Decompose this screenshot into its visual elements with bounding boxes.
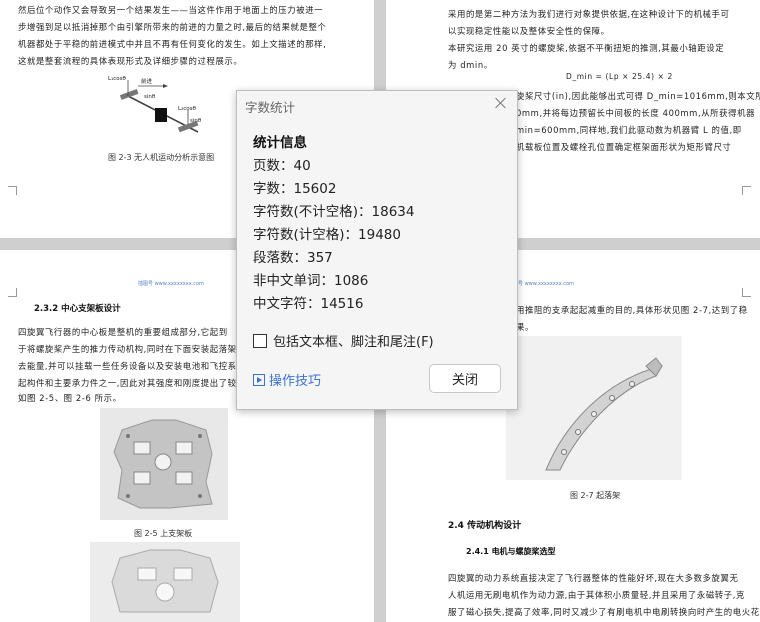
body-text-line: 这就是整套流程的具体表现形式及详细步骤的过程展示。 [18, 56, 243, 66]
uav-motion-diagram: L₁cosθ 前进 sinθ L₂cosθ sinθ [108, 76, 202, 133]
section-heading: 2.3.2 中心支架板设计 [34, 304, 121, 314]
close-button[interactable]: 关闭 [429, 364, 501, 393]
word-count-dialog: 字数统计 统计信息 页数：40 字数：15602 字符数(不计空格)：18634… [236, 90, 518, 410]
stat-chars-with-spaces: 字符数(计空格)：19480 [253, 227, 401, 243]
body-text-line: 机载板位置及螺栓孔位置确定框架面形状为矩形臂尺寸 [516, 142, 732, 152]
landing-gear-image [506, 336, 682, 480]
figure-caption: 图 2-5 上支架板 [134, 529, 193, 538]
diagram-label: sinθ [190, 118, 202, 124]
close-icon[interactable] [493, 95, 509, 111]
body-text-line: 去能量,并可以挂载一些任务设备以及安装电池和飞控系统 [18, 361, 246, 371]
body-text-line: 机器都处于平稳的前进模式中并且不再有任何变化的发生。如上文描述的那样, [18, 39, 327, 49]
body-text-line: 为 dmin。 [448, 60, 493, 70]
body-text-line: 0mm,并将每边预留长中间板的长度 400mm,从所获得机器 [516, 108, 756, 118]
dialog-title: 字数统计 [245, 100, 296, 115]
section-heading: 2.4 传动机构设计 [448, 521, 522, 531]
body-text-line: 于将螺旋桨产生的推力传动机构,同时在下面安装起落架以 [18, 344, 246, 354]
figure-caption: 图 2-7 起落架 [570, 491, 621, 500]
body-text-line: 以实现稳定性能以及整体安全性的保障。 [448, 26, 610, 36]
tips-link[interactable]: 操作技巧 [253, 370, 321, 389]
diagram-label: L₁cosθ [108, 76, 127, 82]
play-icon [253, 373, 265, 386]
crop-mark [8, 186, 17, 195]
body-text-line: 本研究运用 20 英寸的螺旋桨,依据不平衡扭矩的推测,其最小轴距设定 [448, 43, 725, 53]
tips-label: 操作技巧 [269, 374, 322, 389]
body-text-line: 步增强到足以抵消掉那个由引擎所带来的前进的力量之时,最后的结果就是整个 [18, 22, 327, 32]
body-text-line: 服了磁心损失,提高了效率,同时又减少了有刷电机中电刷转换向时产生的电火花 [448, 607, 760, 617]
body-text-line: 旋桨尺寸(in),因此能够出式可得 D_min=1016mm,则本文所 [516, 91, 760, 101]
body-text-line: 用推阻的支承起起减重的目的,具体形状见图 2-7,达到了稳 [516, 305, 748, 315]
formula: D_min = (Lp × 25.4) × 2 [566, 72, 673, 81]
crop-mark [742, 186, 751, 195]
stat-chinese-chars: 中文字符：14516 [253, 296, 364, 312]
diagram-label: 前进 [141, 77, 153, 85]
stat-words: 字数：15602 [253, 181, 337, 197]
stat-chars-no-spaces: 字符数(不计空格)：18634 [253, 204, 415, 220]
crop-mark [8, 288, 17, 297]
include-textbox-footnotes-option[interactable]: 包括文本框、脚注和尾注(F) [253, 331, 434, 350]
diagram-label: sinθ [144, 94, 156, 100]
lower-frame-plate-image [90, 542, 240, 622]
subsection-heading: 2.4.1 电机与螺旋桨选型 [466, 547, 556, 556]
upper-frame-plate-image [100, 408, 228, 520]
body-text-line: 果。 [516, 322, 534, 332]
dialog-body: 统计信息 页数：40 字数：15602 字符数(不计空格)：18634 字符数(… [237, 118, 517, 409]
body-text-line: 然后位个动作又会导致另一个结果发生——当这件作用于地面上的压力被进一 [18, 5, 324, 15]
include-textbox-footnotes-checkbox[interactable] [253, 333, 267, 348]
page-header-watermark: 插图号 www.xxxxxxxx.com [138, 281, 204, 287]
checkbox-label: 包括文本框、脚注和尾注(F) [273, 335, 434, 350]
body-text-line: 四旋翼飞行器的中心板是整机的重要组成部分,它起到 [18, 327, 228, 337]
body-text-line: min=600mm,同样地,我们此驱动数为机器臂 L 的值,即 [516, 125, 742, 135]
crop-mark [742, 288, 751, 297]
diagram-label: L₂cosθ [178, 106, 197, 112]
body-text-line: 四旋翼的动力系统直接决定了飞行器整体的性能好坏,现在大多数多旋翼无 [448, 573, 739, 583]
stat-pages: 页数：40 [253, 158, 311, 174]
body-text-line: 人机运用无刷电机作为动力源,由于其体积小质量轻,并且采用了永磁转子,克 [448, 590, 745, 600]
body-text-line: 采用的是第二种方法为我们进行对象提供依据,在这种设计下的机械手可 [448, 9, 730, 19]
body-text-line: 如图 2-5、图 2-6 所示。 [18, 393, 122, 403]
statistics-heading: 统计信息 [253, 135, 307, 151]
figure-caption: 图 2-3 无人机运动分析示意图 [108, 153, 215, 162]
stat-non-chinese-words: 非中文单词：1086 [253, 273, 369, 289]
stat-paragraphs: 段落数：357 [253, 250, 333, 266]
